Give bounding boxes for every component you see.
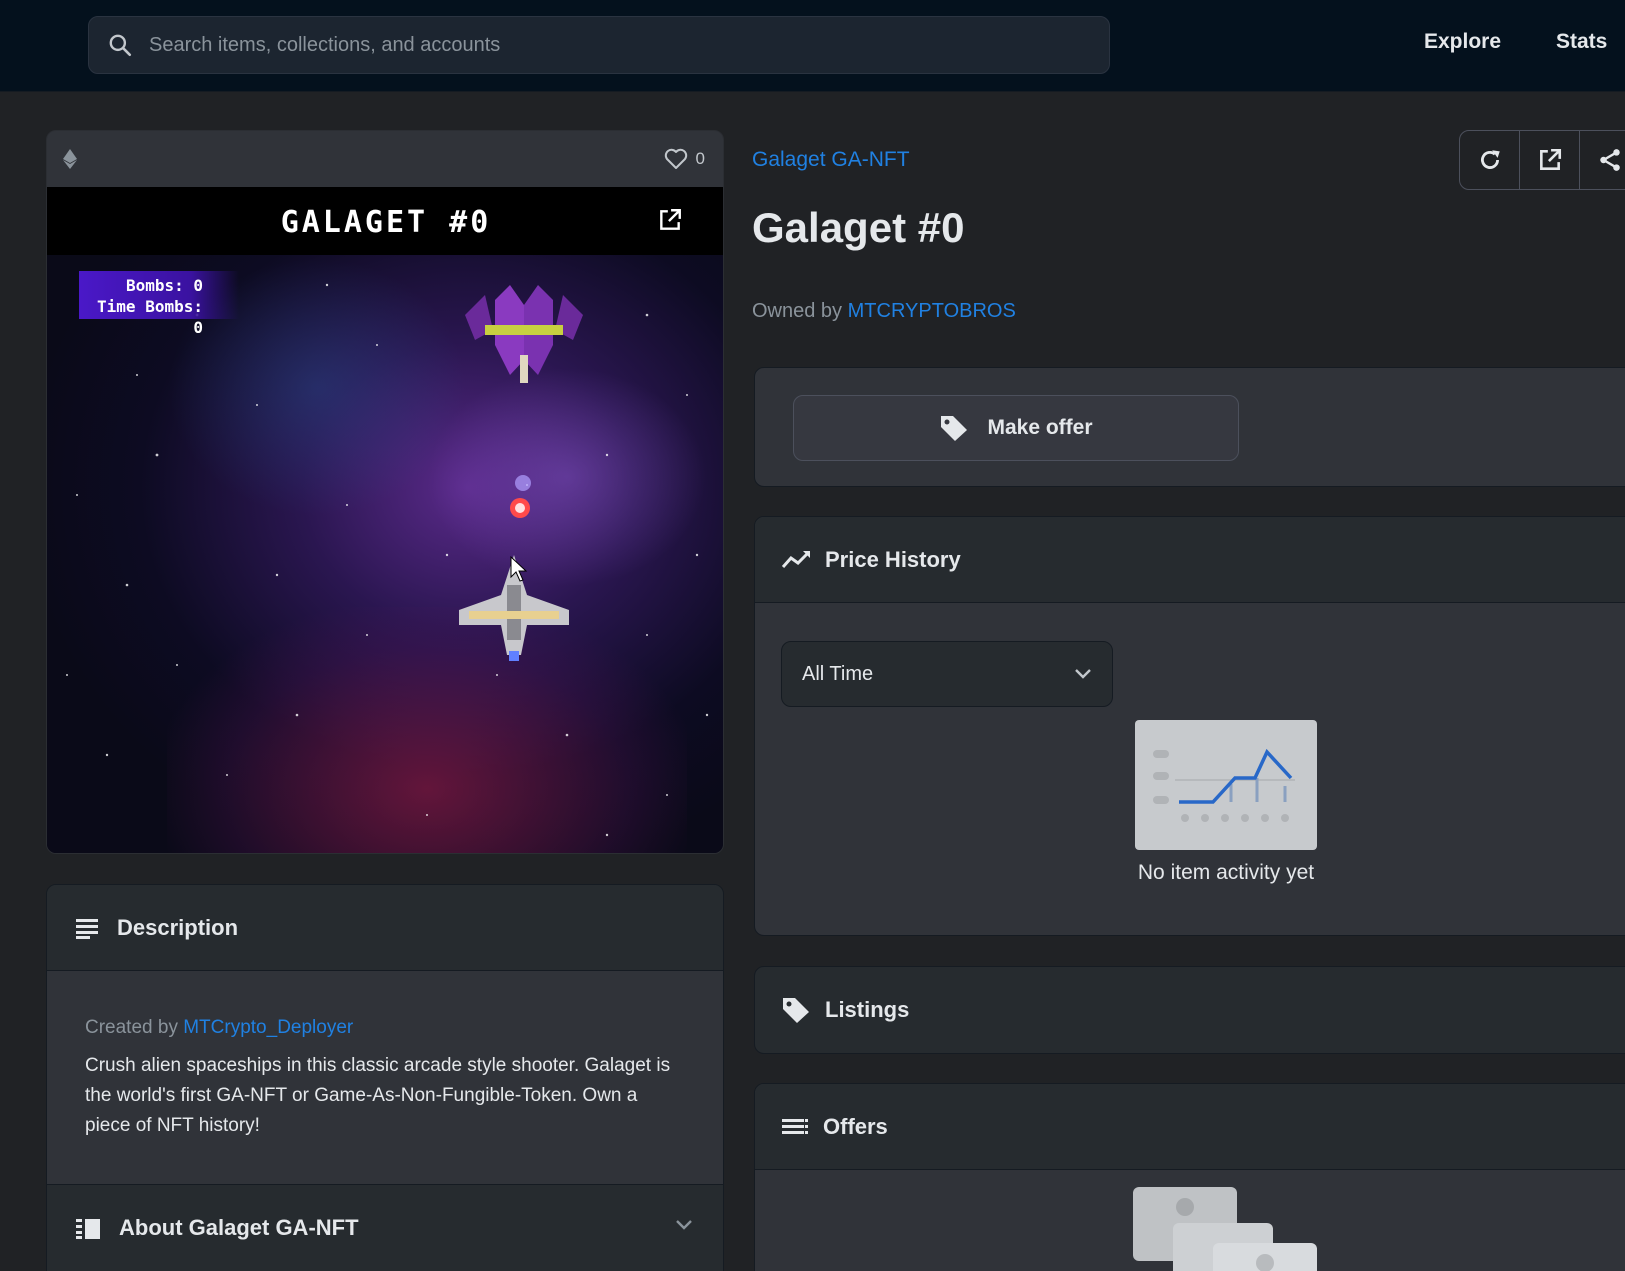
description-header: Description (47, 885, 723, 971)
search-icon (109, 34, 132, 57)
game-preview[interactable]: GALAGET #0 Bombs: 0 Time Bombs: 0 (47, 187, 723, 853)
hud-time-bombs: Time Bombs: 0 (97, 297, 203, 337)
time-range-value: All Time (802, 662, 874, 685)
price-history-panel: Price History All Time No item activity … (754, 516, 1625, 936)
chevron-down-icon (676, 1220, 692, 1230)
refresh-button[interactable] (1460, 131, 1520, 189)
owned-by-prefix: Owned by (752, 300, 843, 322)
open-external-icon (1539, 148, 1561, 170)
offers-heading: Offers (823, 1113, 888, 1139)
top-navigation-bar: Explore Stats (0, 0, 1625, 92)
open-external-icon[interactable] (657, 207, 683, 233)
enemy-ship-icon (465, 285, 583, 383)
offers-panel: Offers (754, 1083, 1625, 1271)
created-by-line: Created by MTCrypto_Deployer (85, 1017, 685, 1039)
starfield (66, 283, 709, 837)
description-panel: Description Created by MTCrypto_Deployer… (46, 884, 724, 1271)
nav-explore-link[interactable]: Explore (1424, 30, 1501, 54)
item-title: Galaget #0 (752, 204, 965, 251)
search-bar[interactable] (88, 16, 1110, 74)
price-tag-icon (941, 416, 968, 441)
media-toolbar: 0 (47, 131, 723, 187)
empty-chart-illustration (1135, 720, 1317, 850)
creator-link[interactable]: MTCrypto_Deployer (183, 1017, 353, 1038)
share-button[interactable] (1580, 131, 1625, 189)
time-range-select[interactable]: All Time (781, 641, 1113, 707)
chevron-down-icon (1075, 669, 1091, 679)
game-title: GALAGET #0 (280, 205, 492, 240)
share-icon (1599, 149, 1620, 171)
listings-accordion[interactable]: Listings (754, 966, 1625, 1054)
favorite-count: 0 (695, 149, 705, 168)
refresh-icon (1480, 150, 1500, 169)
line-chart-icon (1153, 748, 1295, 822)
ethereum-icon (63, 149, 77, 169)
description-body: Created by MTCrypto_Deployer Crush alien… (47, 971, 723, 1184)
nav-stats-link[interactable]: Stats (1556, 30, 1607, 54)
list-icon (782, 1118, 808, 1134)
collection-link[interactable]: Galaget GA-NFT (752, 148, 910, 172)
price-history-heading: Price History (825, 546, 961, 572)
empty-offers-illustration (1133, 1187, 1317, 1271)
about-collection-heading: About Galaget GA-NFT (119, 1214, 359, 1240)
price-history-header[interactable]: Price History (755, 517, 1625, 603)
item-action-toolbar (1459, 130, 1625, 190)
make-offer-button[interactable]: Make offer (793, 395, 1239, 461)
text-lines-icon (76, 918, 98, 939)
description-text: Crush alien spaceships in this classic a… (85, 1055, 671, 1136)
favorite-button[interactable]: 0 (664, 148, 705, 170)
trend-line-icon (781, 550, 810, 568)
game-title-bar: GALAGET #0 (47, 187, 723, 255)
heart-icon (664, 148, 687, 169)
owner-link[interactable]: MTCRYPTOBROS (848, 300, 1016, 322)
open-external-button[interactable] (1520, 131, 1580, 189)
about-collection-accordion[interactable]: About Galaget GA-NFT (47, 1184, 723, 1270)
no-activity-text: No item activity yet (1137, 861, 1315, 884)
listings-heading: Listings (825, 997, 910, 1022)
hud-bombs: Bombs: 0 (125, 276, 203, 295)
search-input[interactable] (149, 33, 1109, 57)
make-offer-label: Make offer (987, 416, 1093, 439)
game-hud: Bombs: 0 Time Bombs: 0 (79, 271, 239, 337)
created-by-prefix: Created by (85, 1017, 178, 1038)
item-media-card: 0 GALAGET #0 Bombs: 0 Time Bombs: 0 (46, 130, 724, 854)
trade-panel: Make offer (754, 367, 1625, 487)
description-heading: Description (117, 914, 239, 940)
collection-info-icon (76, 1218, 100, 1239)
offers-header[interactable]: Offers (755, 1084, 1625, 1170)
price-tag-icon (783, 998, 809, 1023)
owned-by-line: Owned by MTCRYPTOBROS (752, 300, 1016, 323)
